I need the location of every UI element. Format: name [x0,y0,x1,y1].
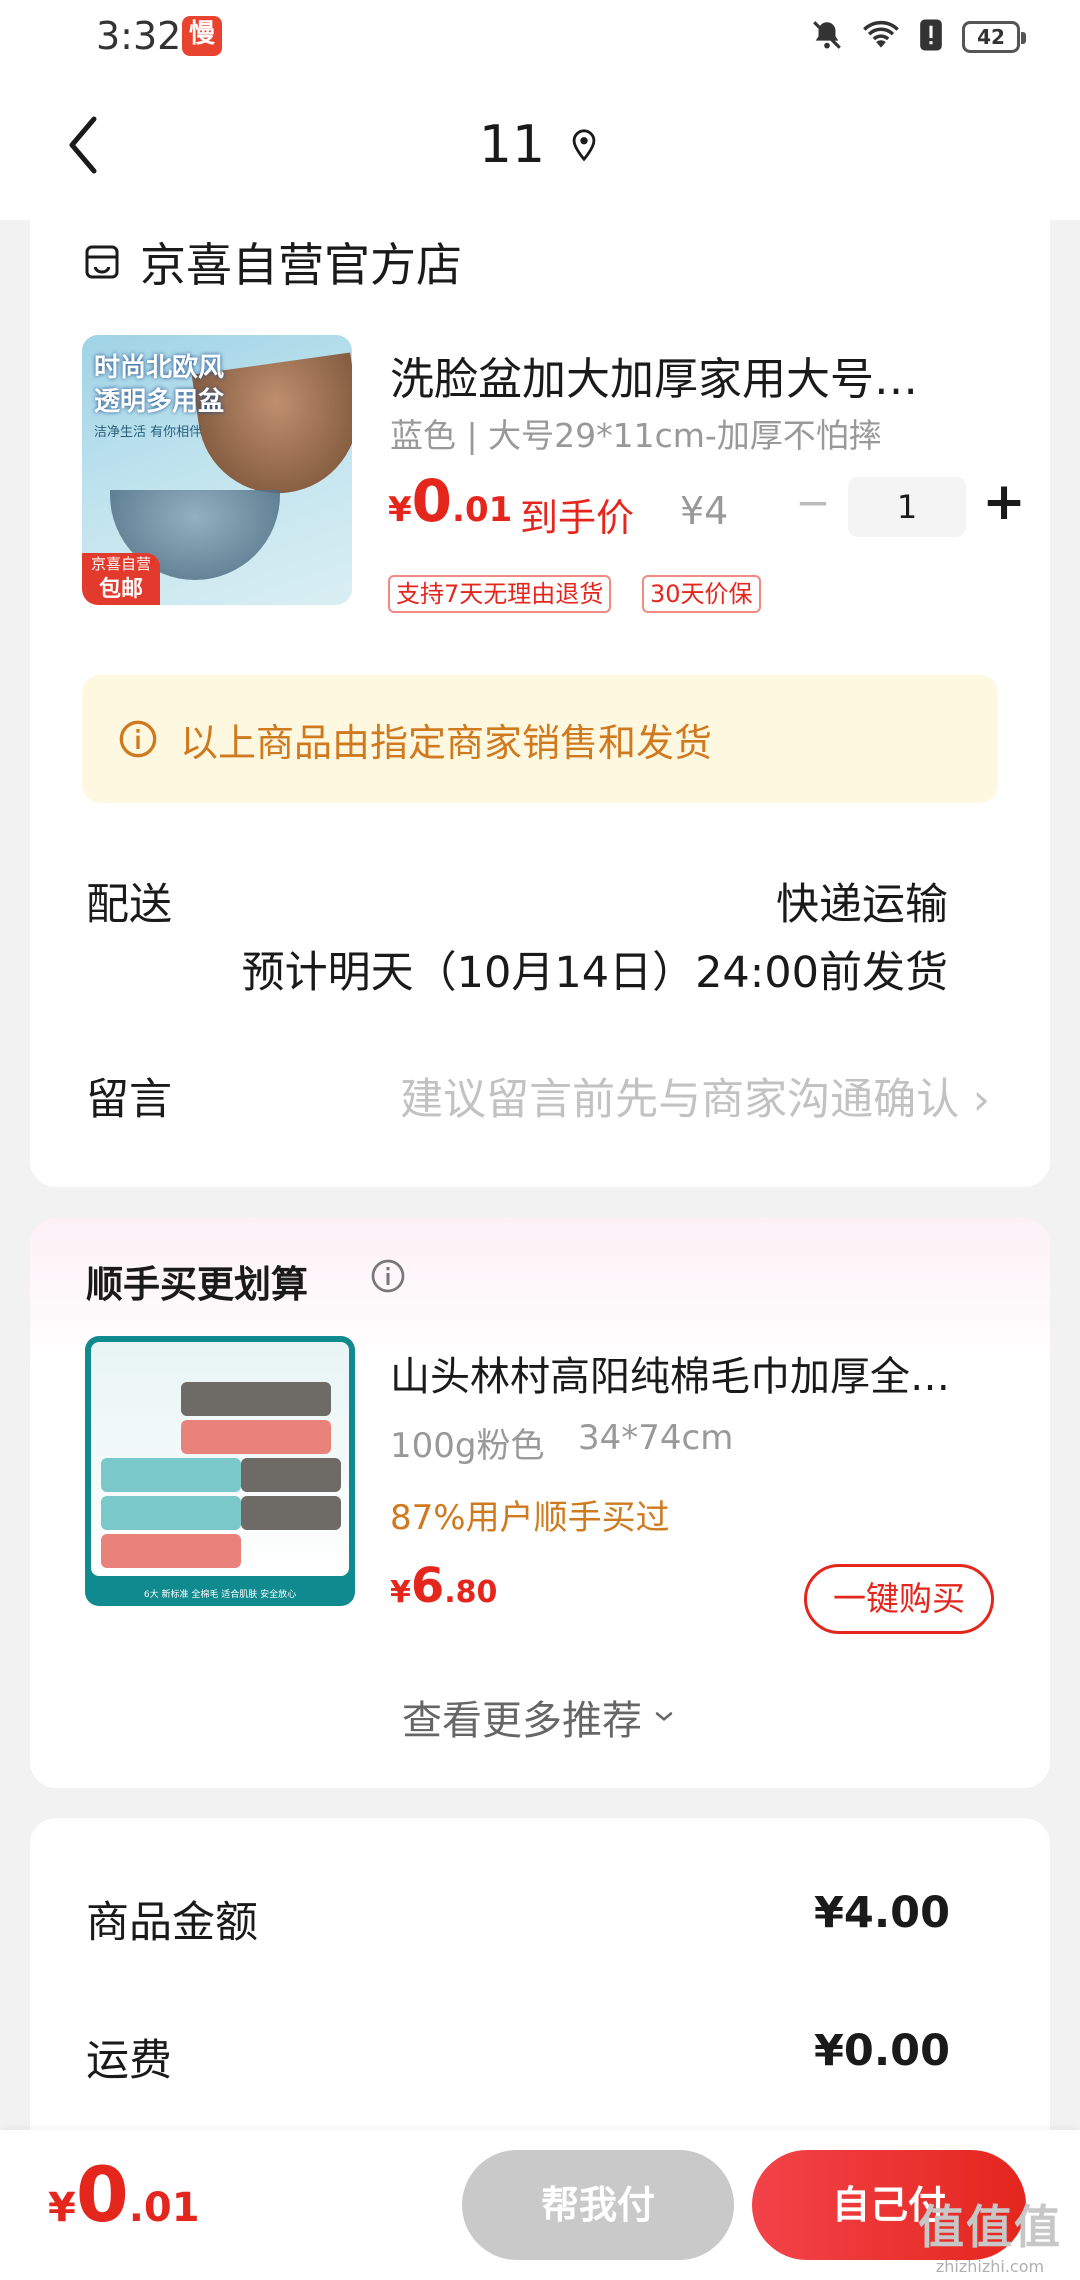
one-click-buy-button[interactable]: 一键购买 [804,1564,994,1634]
price-label: 到手价 [520,496,635,540]
recommend-item-color: 100g粉色 [390,1426,545,1466]
location-pin-icon [572,129,596,162]
store-name: 京喜自营官方店 [140,238,462,292]
product-spec[interactable]: 蓝色 | 大号29*11cm-加厚不怕摔 [390,409,882,457]
quantity-increase-button[interactable]: + [976,471,1032,537]
status-bar: 3:32 慢 42 [0,0,1080,75]
view-more-label: 查看更多推荐 [402,1698,642,1744]
notice-text: 以上商品由指定商家销售和发货 [180,720,713,765]
app-notification-icon: 慢 [182,16,222,56]
towel-shape [181,1420,331,1454]
alert-icon [918,18,944,56]
towel-shape [101,1458,241,1492]
info-circle-icon[interactable] [370,1258,406,1294]
product-title[interactable]: 洗脸盆加大加厚家用大号… [390,343,990,407]
shipping-estimate: 预计明天（10月14日）24:00前发货 [241,948,948,998]
chevron-down-icon [655,1712,673,1722]
towel-shape [181,1382,331,1416]
product-badge: 京喜自营 包邮 [82,553,160,605]
battery-icon: 42 [962,21,1026,53]
towel-shape [241,1496,341,1530]
recommend-title: 顺手买更划算 [86,1263,308,1306]
quantity-decrease-button[interactable]: − [788,475,838,535]
seller-notice: 以上商品由指定商家销售和发货 [82,675,998,803]
recommend-item-size: 34*74cm [578,1418,734,1458]
shipping-label: 配送 [86,880,172,930]
status-icons: 42 [810,18,1026,56]
quantity-input[interactable]: 1 [848,477,966,537]
store-icon [85,245,119,279]
info-circle-icon [119,720,157,758]
message-label: 留言 [86,1075,172,1125]
towel-shape [101,1534,241,1568]
help-me-pay-button[interactable]: 帮我付 [462,2150,734,2260]
message-input[interactable]: 建议留言前先与商家沟通确认 › [400,1065,990,1127]
goods-amount-value: ¥4.00 [813,1888,950,1938]
service-tag: 支持7天无理由退货 [388,575,612,613]
watermark: 值值值 zhizhizhi.com [918,2200,1062,2276]
towel-shape [101,1496,241,1530]
shipping-method[interactable]: 快递运输 [776,870,948,932]
recommend-item-image[interactable]: 6大 新标准 全棉毛 适合肌肤 安全放心 [85,1336,355,1606]
wifi-icon [862,18,900,56]
towel-shape [241,1458,341,1492]
store-header[interactable]: 京喜自营官方店 [82,229,462,295]
original-price: ¥4 [680,489,729,533]
checkout-bar: ¥0.01 帮我付 自己付 值值值 zhizhizhi.com [0,2130,1080,2280]
goods-amount-label: 商品金额 [86,1898,258,1948]
recommend-item-promo: 87%用户顺手买过 [390,1498,670,1538]
shipping-fee-row: 运费 ¥0.00 [86,2026,950,2088]
recommend-card: 顺手买更划算 6大 新标准 全棉毛 适合肌肤 安全放心 山头林村高阳纯棉毛巾加厚… [30,1218,1050,1788]
goods-amount-row: 商品金额 ¥4.00 [86,1888,950,1950]
recommend-item-name[interactable]: 山头林村高阳纯棉毛巾加厚全… [390,1344,950,1402]
bell-mute-icon [810,18,844,56]
store-card: 京喜自营官方店 时尚北欧风 透明多用盆 洁净生活 有你相伴 京喜自营 包邮 洗脸… [30,205,1050,1187]
product-image-subtext: 洁净生活 有你相伴 [94,425,203,440]
chevron-right-icon: › [972,1075,990,1125]
page-title: 11 [478,115,546,175]
image-footer-text: 6大 新标准 全棉毛 适合肌肤 安全放心 [143,1590,297,1600]
message-placeholder: 建议留言前先与商家沟通确认 [400,1075,960,1125]
product-price: ¥0.01 [388,467,513,535]
shipping-fee-value: ¥0.00 [813,2026,950,2076]
service-tag: 30天价保 [642,575,761,613]
product-image-text: 时尚北欧风 透明多用盆 [94,353,225,417]
view-more-recommendations[interactable]: 查看更多推荐 [30,1688,1050,1746]
nav-bar: 11 [0,75,1080,220]
total-price: ¥0.01 [48,2150,200,2239]
product-image[interactable]: 时尚北欧风 透明多用盆 洁净生活 有你相伴 京喜自营 包邮 [82,335,352,605]
address-selector[interactable]: 11 [0,115,1080,175]
status-time: 3:32 [96,14,182,58]
recommend-item-price: ¥6.80 [390,1558,498,1614]
shipping-fee-label: 运费 [86,2036,172,2086]
